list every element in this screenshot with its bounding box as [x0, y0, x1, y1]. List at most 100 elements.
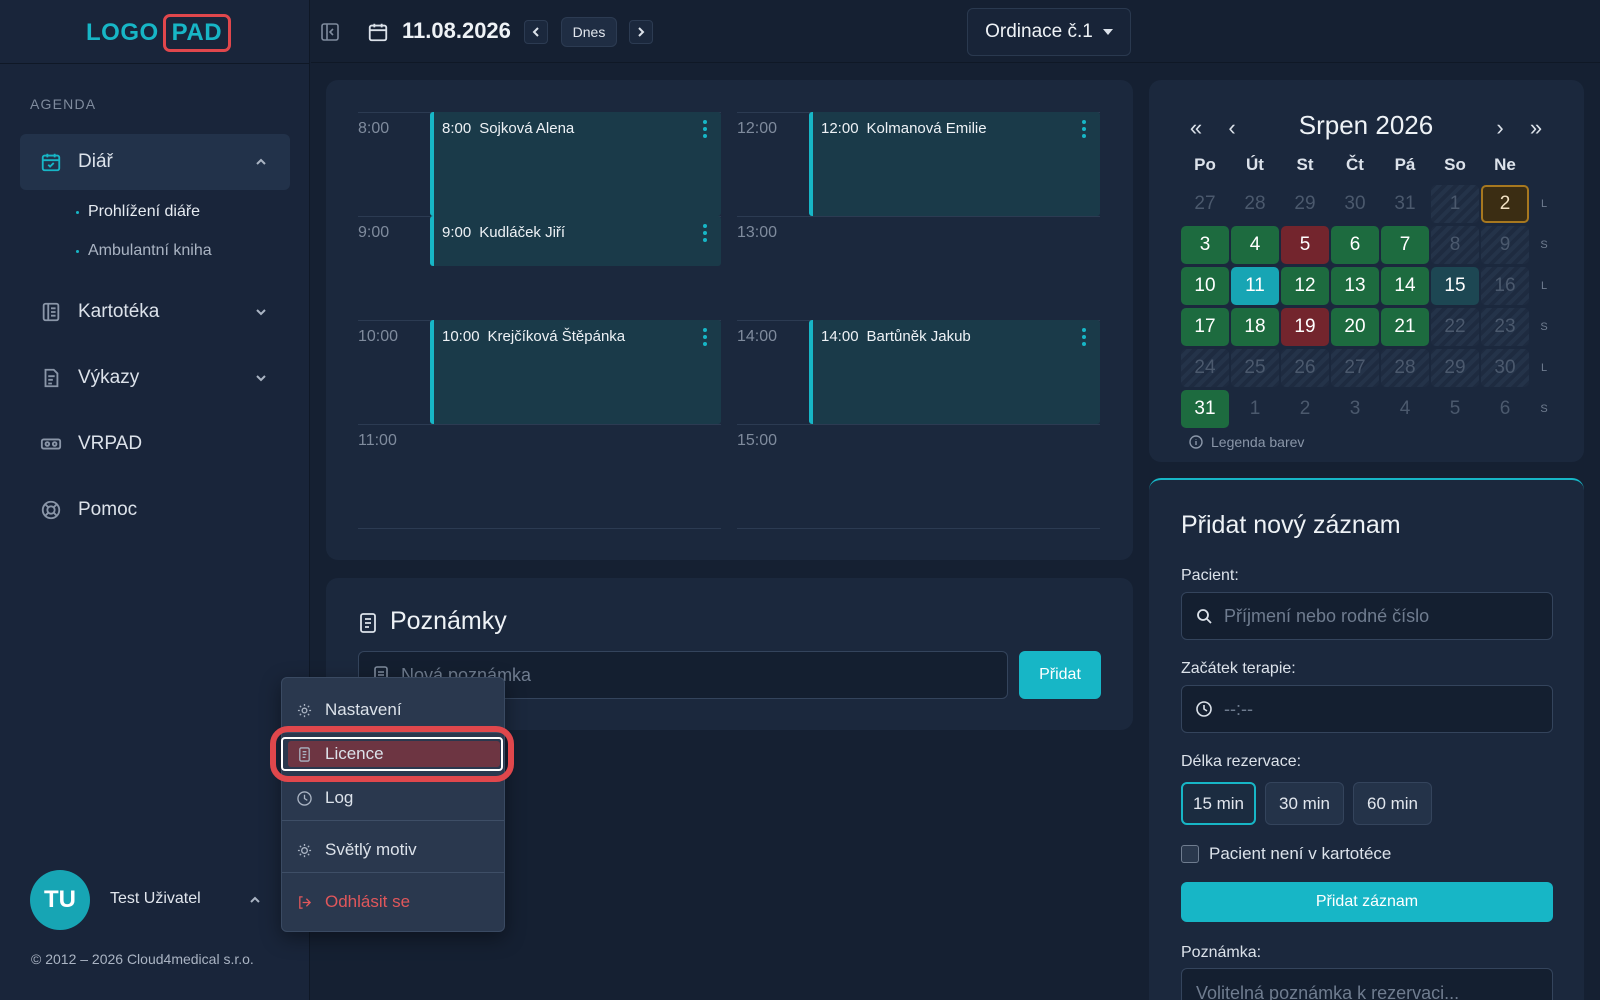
calendar-day[interactable]: 12: [1281, 267, 1329, 305]
calendar-day-selected[interactable]: 11: [1231, 267, 1279, 305]
calendar-day[interactable]: 19: [1281, 308, 1329, 346]
more-options-icon[interactable]: [703, 120, 707, 138]
sidebar-item-label: VRPAD: [78, 433, 143, 454]
sidebar-item-vrpad[interactable]: VRPAD: [20, 416, 290, 472]
calendar-day[interactable]: 30: [1481, 349, 1529, 387]
calendar-day[interactable]: 9: [1481, 226, 1529, 264]
add-note-button[interactable]: Přidat: [1019, 651, 1101, 699]
appointment-time: 10:00: [442, 328, 480, 345]
not-in-file-checkbox[interactable]: [1181, 845, 1199, 863]
calendar-day[interactable]: 28: [1231, 185, 1279, 223]
calendar-day[interactable]: 20: [1331, 308, 1379, 346]
current-date[interactable]: 11.08.2026: [402, 18, 511, 44]
chevron-up-icon[interactable]: [248, 893, 262, 907]
more-options-icon[interactable]: [703, 328, 707, 346]
calendar-day[interactable]: 6: [1331, 226, 1379, 264]
next-month-button[interactable]: ›: [1488, 116, 1512, 140]
calendar-day[interactable]: 26: [1281, 349, 1329, 387]
calendar-day[interactable]: 17: [1181, 308, 1229, 346]
today-button[interactable]: Dnes: [561, 17, 617, 47]
calendar-day[interactable]: 31: [1381, 185, 1429, 223]
appointment-card[interactable]: 12:00 Kolmanová Emilie: [809, 112, 1100, 216]
calendar-day[interactable]: 27: [1331, 349, 1379, 387]
menu-item-light-theme[interactable]: Světlý motiv: [297, 840, 417, 860]
calendar-day[interactable]: 16: [1481, 267, 1529, 305]
calendar-day[interactable]: 25: [1231, 349, 1279, 387]
sidebar-item-diar[interactable]: Diář: [20, 134, 290, 190]
calendar-day[interactable]: 6: [1481, 390, 1529, 428]
more-options-icon[interactable]: [1082, 120, 1086, 138]
search-icon: [1196, 608, 1212, 624]
calendar-day[interactable]: 21: [1381, 308, 1429, 346]
calendar-day[interactable]: 10: [1181, 267, 1229, 305]
user-menu: Nastavení Licence Log Světlý motiv Odhlá…: [281, 677, 505, 932]
sidebar-item-vykazy[interactable]: Výkazy: [20, 350, 290, 406]
calendar-day[interactable]: 30: [1331, 185, 1379, 223]
avatar[interactable]: TU: [30, 870, 90, 930]
time-slot[interactable]: 13:00: [737, 216, 1100, 320]
calendar-day[interactable]: 1: [1431, 185, 1479, 223]
next-year-button[interactable]: »: [1524, 116, 1548, 140]
calendar-day[interactable]: 18: [1231, 308, 1279, 346]
appointment-card[interactable]: 9:00 Kudláček Jiří: [430, 216, 721, 266]
calendar-day[interactable]: 1: [1231, 390, 1279, 428]
office-select[interactable]: Ordinace č.1: [967, 8, 1131, 56]
calendar-day[interactable]: 2: [1281, 390, 1329, 428]
calendar-day[interactable]: 5: [1281, 226, 1329, 264]
time-slot[interactable]: 11:00: [358, 424, 721, 528]
calendar-day[interactable]: 8: [1431, 226, 1479, 264]
prev-month-button[interactable]: ‹: [1220, 116, 1244, 140]
appointment-card[interactable]: 10:00 Krejčíková Štěpánka: [430, 320, 721, 424]
add-record-button[interactable]: Přidat záznam: [1181, 882, 1553, 922]
duration-15-button[interactable]: 15 min: [1181, 782, 1256, 825]
next-day-button[interactable]: [629, 20, 653, 44]
sidebar-collapse-icon[interactable]: [320, 22, 340, 42]
chevron-down-icon: [254, 305, 268, 319]
time-slot[interactable]: 15:00: [737, 424, 1100, 528]
sidebar-item-pomoc[interactable]: Pomoc: [20, 482, 290, 538]
calendar-day[interactable]: 3: [1181, 226, 1229, 264]
calendar-check-icon: [40, 151, 62, 173]
user-name[interactable]: Test Uživatel: [110, 890, 201, 908]
calendar-day-today[interactable]: 2: [1481, 185, 1529, 223]
more-options-icon[interactable]: [1082, 328, 1086, 346]
calendar-day[interactable]: 31: [1181, 390, 1229, 428]
calendar-day[interactable]: 23: [1481, 308, 1529, 346]
reservation-note-input[interactable]: Volitelná poznámka k rezervaci...: [1181, 968, 1553, 1000]
calendar-day[interactable]: 4: [1231, 226, 1279, 264]
sidebar-subitem-prohlizeni[interactable]: Prohlížení diáře: [76, 203, 200, 221]
prev-year-button[interactable]: «: [1184, 116, 1208, 140]
color-legend-link[interactable]: Legenda barev: [1189, 434, 1304, 450]
duration-30-button[interactable]: 30 min: [1265, 782, 1344, 825]
calendar-day[interactable]: 29: [1431, 349, 1479, 387]
calendar-day[interactable]: 24: [1181, 349, 1229, 387]
patient-search-input[interactable]: Příjmení nebo rodné číslo: [1181, 592, 1553, 640]
not-in-file-label[interactable]: Pacient není v kartotéce: [1209, 844, 1391, 864]
logo[interactable]: LOGO PAD: [86, 14, 232, 52]
duration-60-button[interactable]: 60 min: [1353, 782, 1432, 825]
prev-day-button[interactable]: [524, 20, 548, 44]
calendar-day[interactable]: 22: [1431, 308, 1479, 346]
calendar-icon[interactable]: [367, 21, 389, 43]
calendar-day[interactable]: 15: [1431, 267, 1479, 305]
more-options-icon[interactable]: [703, 224, 707, 242]
calendar-day[interactable]: 27: [1181, 185, 1229, 223]
sidebar-subitem-ambulantni[interactable]: Ambulantní kniha: [76, 242, 212, 260]
week-marker: L: [1540, 280, 1548, 292]
calendar-day[interactable]: 3: [1331, 390, 1379, 428]
calendar-day[interactable]: 14: [1381, 267, 1429, 305]
sidebar-item-kartoteka[interactable]: Kartotéka: [20, 284, 290, 340]
start-time-input[interactable]: --:--: [1181, 685, 1553, 733]
appointment-card[interactable]: 14:00 Bartůněk Jakub: [809, 320, 1100, 424]
menu-item-logout[interactable]: Odhlásit se: [297, 892, 410, 912]
calendar-day[interactable]: 29: [1281, 185, 1329, 223]
calendar-day[interactable]: 28: [1381, 349, 1429, 387]
calendar-day[interactable]: 5: [1431, 390, 1479, 428]
menu-item-settings[interactable]: Nastavení: [297, 700, 402, 720]
menu-item-log[interactable]: Log: [297, 788, 353, 808]
calendar-day[interactable]: 13: [1331, 267, 1379, 305]
appointment-card[interactable]: 8:00 Sojková Alena: [430, 112, 721, 216]
calendar-day[interactable]: 4: [1381, 390, 1429, 428]
menu-item-label: Odhlásit se: [325, 892, 411, 911]
calendar-day[interactable]: 7: [1381, 226, 1429, 264]
